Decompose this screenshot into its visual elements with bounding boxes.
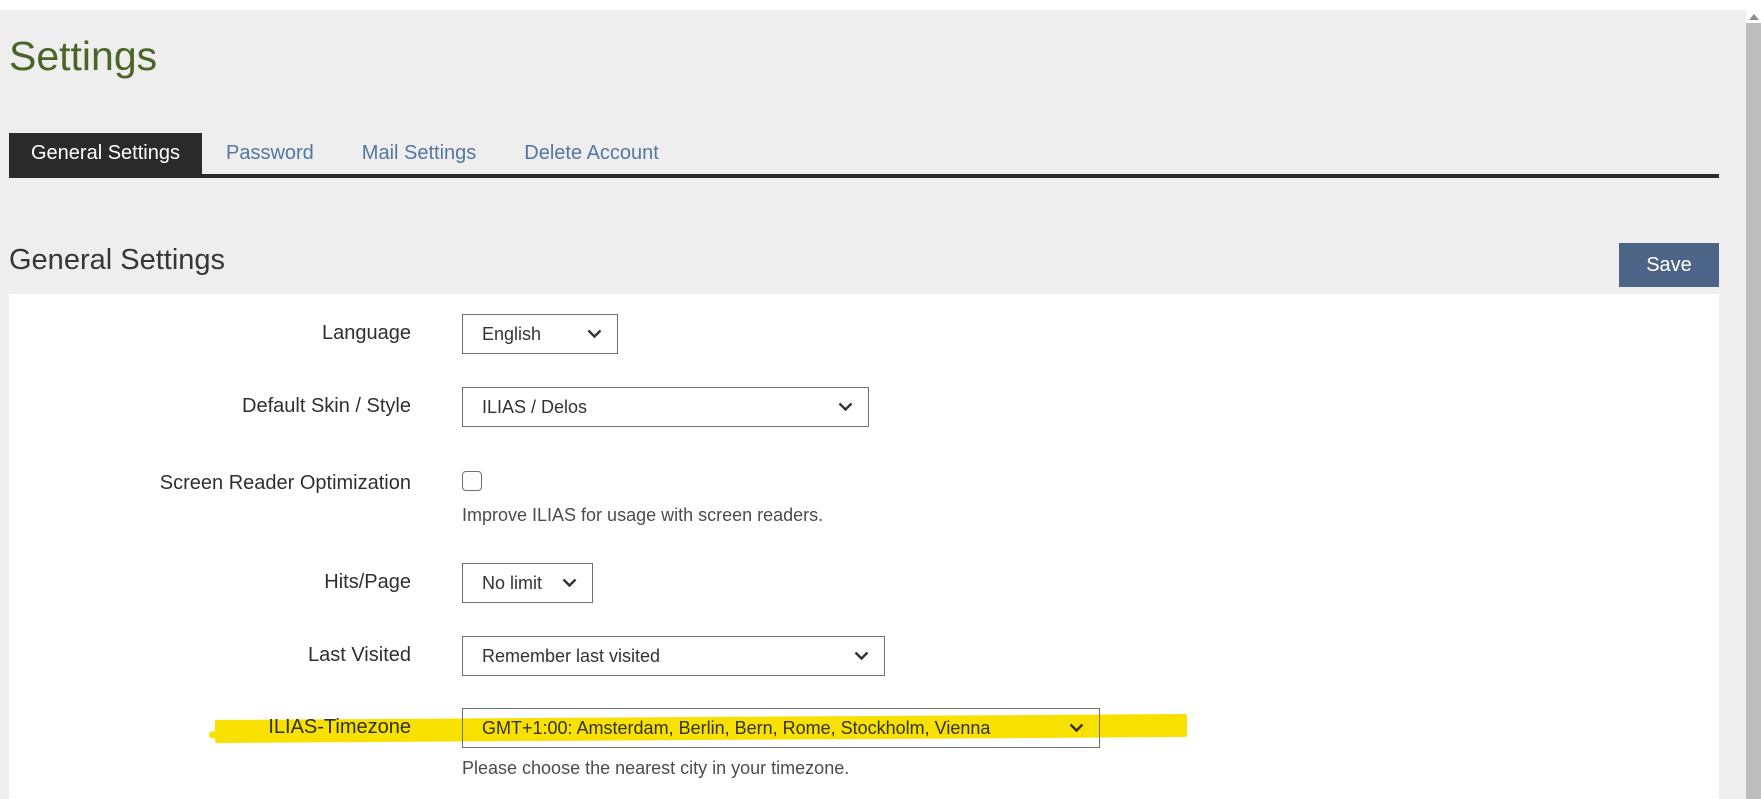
form-row-last-visited: Last Visited Remember last visited <box>9 636 1719 676</box>
scrollbar-thumb[interactable] <box>1746 23 1761 799</box>
form-row-language: Language English <box>9 314 1719 354</box>
tab-password[interactable]: Password <box>202 133 338 174</box>
form-row-hits-page: Hits/Page No limit <box>9 563 1719 603</box>
chevron-down-icon <box>587 329 602 339</box>
field-label-last-visited: Last Visited <box>9 636 411 667</box>
save-button[interactable]: Save <box>1619 243 1719 287</box>
field-label-hits-page: Hits/Page <box>9 563 411 594</box>
field-label-timezone: ILIAS-Timezone <box>9 708 411 739</box>
general-settings-form: Language English Default Skin / Style IL… <box>9 294 1719 799</box>
skin-style-select[interactable]: ILIAS / Delos <box>462 387 869 427</box>
language-select[interactable]: English <box>462 314 618 354</box>
screen-reader-checkbox[interactable] <box>462 471 482 491</box>
page-title: Settings <box>9 33 157 80</box>
field-label-screen-reader: Screen Reader Optimization <box>9 470 411 495</box>
tab-bar: General Settings Password Mail Settings … <box>9 133 1719 178</box>
scrollbar-up-button[interactable] <box>1746 10 1761 23</box>
hits-page-select-value: No limit <box>482 573 542 594</box>
tab-general-settings[interactable]: General Settings <box>9 133 202 174</box>
section-header: General Settings Save <box>9 240 1719 286</box>
screen-reader-byline: Improve ILIAS for usage with screen read… <box>462 505 823 526</box>
vertical-scrollbar[interactable] <box>1746 10 1761 799</box>
timezone-select-value: GMT+1:00: Amsterdam, Berlin, Bern, Rome,… <box>482 718 990 739</box>
timezone-byline: Please choose the nearest city in your t… <box>462 758 1100 779</box>
last-visited-select[interactable]: Remember last visited <box>462 636 885 676</box>
skin-style-select-value: ILIAS / Delos <box>482 397 587 418</box>
field-label-language: Language <box>9 314 411 345</box>
last-visited-select-value: Remember last visited <box>482 646 660 667</box>
tab-mail-settings[interactable]: Mail Settings <box>338 133 501 174</box>
chevron-down-icon <box>1069 723 1084 733</box>
triangle-up-icon <box>1749 14 1759 20</box>
section-title: General Settings <box>9 244 225 277</box>
form-row-skin-style: Default Skin / Style ILIAS / Delos <box>9 387 1719 427</box>
field-label-skin-style: Default Skin / Style <box>9 387 411 418</box>
chevron-down-icon <box>854 651 869 661</box>
hits-page-select[interactable]: No limit <box>462 563 593 603</box>
tab-delete-account[interactable]: Delete Account <box>500 133 683 174</box>
timezone-select[interactable]: GMT+1:00: Amsterdam, Berlin, Bern, Rome,… <box>462 708 1100 748</box>
main-content: Settings General Settings Password Mail … <box>9 0 1719 799</box>
language-select-value: English <box>482 324 541 345</box>
chevron-down-icon <box>838 402 853 412</box>
form-row-screen-reader: Screen Reader Optimization Improve ILIAS… <box>9 470 1719 526</box>
chevron-down-icon <box>562 578 577 588</box>
form-row-timezone: ILIAS-Timezone GMT+1:00: Amsterdam, Berl… <box>9 708 1719 779</box>
